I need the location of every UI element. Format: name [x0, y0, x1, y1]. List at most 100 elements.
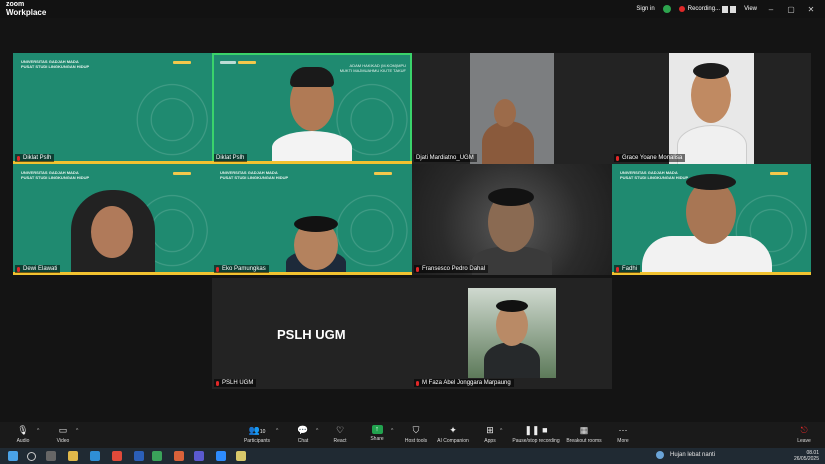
pause-stop-icon: ❚❚ ■	[524, 425, 548, 435]
video-tile[interactable]: UNIVERSITAS GADJAH MADA PUSAT STUDI LING…	[13, 164, 212, 275]
recording-indicator[interactable]: Recording...	[678, 5, 737, 13]
video-tile[interactable]: Fransesco Pedro Dahal	[412, 164, 612, 275]
share-screen-icon: ↑	[371, 425, 383, 434]
minimize-icon[interactable]: –	[765, 5, 777, 14]
person-hair	[488, 188, 534, 206]
breakout-rooms-icon: ▦	[579, 425, 589, 435]
badge-strip	[173, 172, 191, 175]
app-icon[interactable]	[174, 451, 184, 461]
participants-options-chevron-icon[interactable]: ^	[276, 428, 278, 434]
video-tile[interactable]: UNIVERSITAS GADJAH MADA PUSAT STUDI LING…	[212, 164, 412, 275]
ai-companion-button[interactable]: ✦ AI Companion	[434, 425, 472, 444]
more-button[interactable]: ⋯ More	[613, 425, 633, 444]
share-button[interactable]: ↑ Share	[364, 425, 390, 442]
participant-name-tag: Diklat Pslh	[15, 154, 55, 162]
view-button[interactable]: View	[744, 6, 757, 12]
badge-strip	[173, 61, 191, 64]
chat-button[interactable]: 💬 Chat	[290, 425, 316, 444]
close-icon[interactable]: ✕	[805, 5, 817, 14]
person-hair	[294, 216, 338, 232]
university-caption: UNIVERSITAS GADJAH MADA PUSAT STUDI LING…	[21, 59, 90, 69]
chat-options-chevron-icon[interactable]: ^	[316, 428, 318, 434]
edge-browser-icon[interactable]	[90, 451, 100, 461]
university-caption: UNIVERSITAS GADJAH MADA PUSAT STUDI LING…	[21, 170, 90, 180]
apps-button[interactable]: ⊞ Apps	[480, 425, 500, 444]
mic-muted-icon	[17, 266, 20, 272]
leave-button[interactable]: ⎋ Leave	[794, 425, 814, 444]
leave-icon: ⎋	[800, 425, 808, 435]
camera-icon: ▭	[58, 425, 68, 435]
badge-strip	[238, 61, 256, 64]
chrome-profile-icon[interactable]	[152, 451, 162, 461]
batik-pattern	[13, 53, 212, 164]
meeting-toolbar: 🎙 Audio ^ ▭ Video ^ 👥10 Participants ^ 💬…	[0, 422, 825, 448]
chrome-icon[interactable]	[112, 451, 122, 461]
teams-icon[interactable]	[194, 451, 204, 461]
video-tile[interactable]: UNIVERSITAS GADJAH MADA PUSAT STUDI LING…	[612, 164, 811, 275]
system-clock[interactable]: 08.01 26/05/2025	[794, 450, 819, 462]
participant-name-tag: M Faza Abel Jonggara Marpaung	[414, 379, 514, 387]
video-tile[interactable]: M Faza Abel Jonggara Marpaung	[412, 278, 612, 389]
participant-name-tag: PSLH UGM	[214, 379, 257, 387]
breakout-rooms-button[interactable]: ▦ Breakout rooms	[566, 425, 602, 444]
pause-recording-button[interactable]: ❚❚ ■ Pause/stop recording	[510, 425, 562, 444]
maximize-icon[interactable]: ▢	[785, 5, 797, 14]
host-tools-button[interactable]: ⛉ Host tools	[402, 425, 430, 444]
participant-name-tag: Eko Pamungkas	[214, 265, 269, 273]
person-hair	[496, 300, 528, 312]
os-taskbar: Hujan lebat nanti 08.01 26/05/2025	[0, 448, 825, 464]
video-button[interactable]: ▭ Video	[50, 425, 76, 444]
notes-icon[interactable]	[236, 451, 246, 461]
task-view-icon[interactable]	[46, 451, 56, 461]
video-tile-camera-off[interactable]: PSLH UGM PSLH UGM	[212, 278, 412, 389]
mic-muted-icon	[416, 380, 419, 386]
participants-button[interactable]: 👥10 Participants	[240, 425, 274, 444]
audio-button[interactable]: 🎙 Audio	[10, 425, 36, 444]
accent-bar	[612, 272, 811, 275]
video-tile[interactable]: Djati Mardiatno_UGM	[412, 53, 612, 164]
participant-name-tag: Fransesco Pedro Dahal	[414, 265, 489, 273]
more-dots-icon: ⋯	[618, 425, 628, 435]
person-body	[484, 342, 540, 378]
audio-options-chevron-icon[interactable]: ^	[37, 428, 39, 434]
participant-display-name: PSLH UGM	[277, 327, 346, 342]
title-bar: zoom Workplace Sign in Recording... View…	[0, 0, 825, 18]
university-caption: UNIVERSITAS GADJAH MADA PUSAT STUDI LING…	[620, 170, 689, 180]
apps-options-chevron-icon[interactable]: ^	[500, 428, 502, 434]
mic-muted-icon	[216, 380, 219, 386]
share-options-chevron-icon[interactable]: ^	[391, 428, 393, 434]
mic-muted-icon	[416, 266, 419, 272]
file-explorer-icon[interactable]	[68, 451, 78, 461]
stop-recording-icon[interactable]	[730, 5, 737, 13]
weather-widget[interactable]: Hujan lebat nanti	[656, 451, 715, 459]
react-button[interactable]: ♡ React	[327, 425, 353, 444]
video-options-chevron-icon[interactable]: ^	[76, 428, 78, 434]
mic-muted-icon	[616, 266, 619, 272]
video-tile[interactable]: UNIVERSITAS GADJAH MADA PUSAT STUDI LING…	[13, 53, 212, 164]
microphone-icon: 🎙	[17, 425, 29, 435]
chat-icon: 💬	[297, 425, 309, 435]
participant-name-tag: Djati Mardiatno_UGM	[414, 154, 477, 162]
mic-muted-icon	[216, 266, 219, 272]
mic-muted-icon	[616, 155, 619, 161]
recording-dot-icon	[678, 6, 685, 12]
video-tile-active-speaker[interactable]: ADAM HAKIKAD (M.KOM)MPU MUKTI MAJMUAHMU …	[212, 53, 412, 164]
windows-start-icon[interactable]	[8, 451, 18, 461]
video-tile[interactable]: Grace Yoane Monalisa	[612, 53, 811, 164]
badge-strip	[220, 61, 236, 64]
sign-in-link[interactable]: Sign in	[636, 6, 654, 12]
participants-icon: 👥10	[248, 425, 266, 435]
zoom-icon[interactable]	[216, 451, 226, 461]
person-hair	[686, 174, 736, 190]
sparkle-icon: ✦	[449, 425, 457, 435]
university-caption: UNIVERSITAS GADJAH MADA PUSAT STUDI LING…	[220, 170, 289, 180]
person-hair	[290, 67, 334, 87]
camera-feed	[412, 164, 612, 275]
pause-recording-icon[interactable]	[722, 5, 729, 13]
camera-feed	[468, 288, 556, 378]
apps-grid-icon: ⊞	[486, 425, 494, 435]
security-shield-icon[interactable]	[662, 5, 671, 13]
word-icon[interactable]	[134, 451, 144, 461]
person-body	[677, 125, 747, 164]
search-icon[interactable]	[27, 452, 36, 461]
